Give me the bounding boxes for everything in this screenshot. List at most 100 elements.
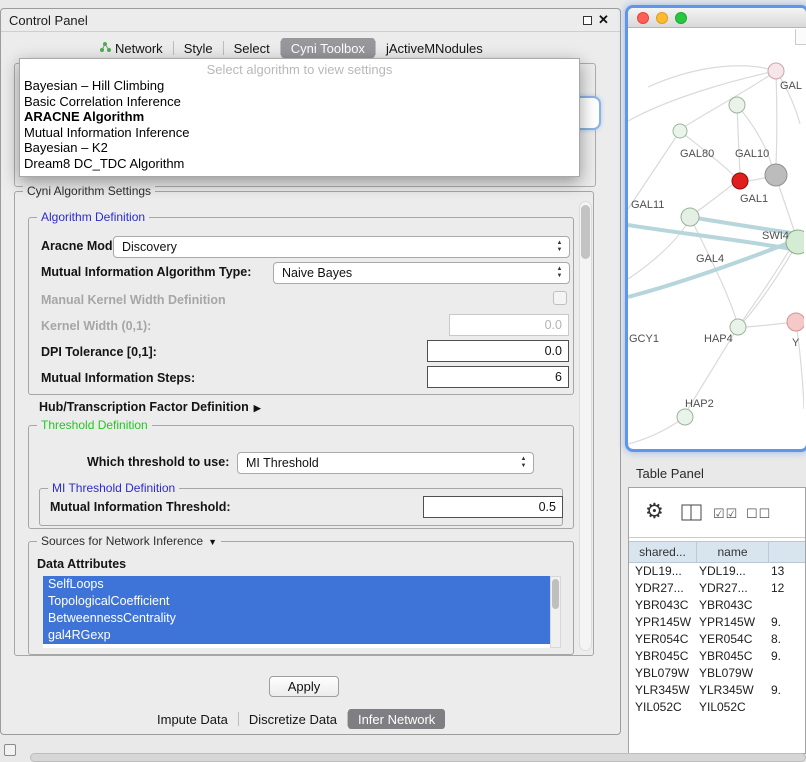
sources-toggle[interactable]: Sources for Network Inference▼	[37, 534, 221, 549]
table-header: shared... name	[629, 541, 805, 563]
settings-scrollbar[interactable]	[579, 201, 592, 651]
algorithm-option[interactable]: Bayesian – Hill Climbing	[20, 78, 579, 94]
tab-impute-data[interactable]: Impute Data	[147, 709, 238, 729]
node-label: GAL80	[680, 148, 714, 160]
table-cell: YDR27...	[697, 580, 769, 597]
divider	[1, 31, 620, 32]
table-row[interactable]: YER054CYER054C8.	[629, 631, 805, 648]
algorithm-option[interactable]: Mutual Information Inference	[20, 125, 579, 141]
table-row[interactable]: YBR043CYBR043C	[629, 597, 805, 614]
mi-steps-label: Mutual Information Steps:	[41, 370, 195, 386]
column-header[interactable]: shared...	[629, 542, 697, 562]
table-row[interactable]: YIL052CYIL052C	[629, 699, 805, 716]
tab-cyni-toolbox[interactable]: Cyni Toolbox	[281, 38, 375, 58]
tab-label: Infer Network	[358, 711, 435, 728]
network-window-titlebar[interactable]	[628, 8, 806, 28]
kernel-width-label: Kernel Width (0,1):	[41, 318, 151, 334]
node-label: GAL4	[696, 253, 724, 265]
kernel-width-input[interactable]: 0.0	[449, 314, 569, 336]
column-header[interactable]: name	[697, 542, 769, 562]
control-panel-window: Control Panel ✕ Network Style Select Cyn…	[0, 8, 621, 735]
tab-select[interactable]: Select	[224, 38, 280, 58]
node-label: GCY1	[629, 333, 659, 345]
combo-arrows-icon: ▲▼	[553, 265, 566, 281]
algorithm-option[interactable]: Dream8 DC_TDC Algorithm	[20, 156, 579, 172]
hub-section-toggle[interactable]: Hub/Transcription Factor Definition▶	[39, 399, 261, 415]
control-panel-tabs: Network Style Select Cyni Toolbox jActiv…	[89, 37, 493, 59]
algorithm-placeholder: Select algorithm to view settings	[20, 61, 579, 78]
group-legend: Threshold Definition	[37, 418, 152, 433]
mi-steps-input[interactable]: 6	[427, 366, 569, 388]
attribute-item[interactable]: SelfLoops	[43, 576, 550, 593]
tab-label: Cyni Toolbox	[291, 40, 365, 57]
network-node[interactable]	[768, 63, 784, 79]
scrollbar-thumb[interactable]	[581, 205, 590, 259]
scrollbar-thumb[interactable]	[552, 579, 559, 609]
network-node[interactable]	[673, 124, 687, 138]
aracne-mode-combo[interactable]: Discovery ▲▼	[113, 236, 570, 258]
algorithm-option[interactable]: ARACNE Algorithm	[20, 109, 579, 125]
attributes-scrollbar[interactable]	[550, 576, 561, 648]
table-row[interactable]: YBL079WYBL079W	[629, 665, 805, 682]
tab-infer-network[interactable]: Infer Network	[348, 709, 445, 729]
algorithm-definition-group: Algorithm Definition Aracne Mode: Discov…	[28, 217, 574, 395]
network-edge	[628, 237, 804, 297]
table-row[interactable]: YDL19...YDL19...13	[629, 563, 805, 580]
collapsed-panel-icon[interactable]	[4, 744, 16, 756]
table-cell: YBR045C	[697, 648, 769, 665]
network-scrollbar-corner[interactable]	[795, 29, 806, 45]
close-traffic-light[interactable]	[637, 12, 649, 24]
select-all-icon[interactable]: ☑☑	[713, 506, 738, 522]
zoom-traffic-light[interactable]	[675, 12, 687, 24]
tab-style[interactable]: Style	[174, 38, 223, 58]
mi-threshold-input[interactable]: 0.5	[423, 496, 563, 518]
network-node[interactable]	[681, 208, 699, 226]
algorithm-option[interactable]: Bayesian – K2	[20, 140, 579, 156]
tab-discretize-data[interactable]: Discretize Data	[239, 709, 347, 729]
table-cell: YDR27...	[629, 580, 697, 597]
tab-network[interactable]: Network	[89, 38, 173, 58]
network-graph: GALGAL80GAL10GAL11GAL1SWI4GAL4GCY1HAP4YH…	[628, 29, 804, 449]
network-edge	[628, 71, 776, 121]
deselect-all-icon[interactable]: ☐☐	[746, 506, 771, 522]
attribute-item[interactable]: TopologicalCoefficient	[43, 593, 550, 610]
table-cell: YIL052C	[629, 699, 697, 716]
mi-threshold-definition-group: MI Threshold Definition Mutual Informati…	[39, 488, 563, 526]
which-threshold-combo[interactable]: MI Threshold ▲▼	[237, 452, 534, 474]
algorithm-option[interactable]: Basic Correlation Inference	[20, 94, 579, 110]
group-legend: Algorithm Definition	[37, 210, 149, 225]
dpi-tolerance-input[interactable]: 0.0	[427, 340, 569, 362]
table-cell: YBR043C	[697, 597, 769, 614]
table-row[interactable]: YBR045CYBR045C9.	[629, 648, 805, 665]
apply-button[interactable]: Apply	[269, 676, 339, 697]
network-node[interactable]	[729, 97, 745, 113]
table-cell: YDL19...	[697, 563, 769, 580]
tab-label: Impute Data	[157, 711, 228, 728]
network-node[interactable]	[677, 409, 693, 425]
mi-type-combo[interactable]: Naive Bayes ▲▼	[273, 262, 570, 284]
data-attributes-list: SelfLoopsTopologicalCoefficientBetweenne…	[43, 576, 550, 648]
attribute-item[interactable]: BetweennessCentrality	[43, 610, 550, 627]
network-node[interactable]	[732, 173, 748, 189]
table-row[interactable]: YLR345WYLR345W9.	[629, 682, 805, 699]
float-window-icon[interactable]	[583, 16, 592, 25]
columns-icon[interactable]	[681, 504, 703, 527]
network-edge	[796, 322, 804, 409]
window-title: Control Panel	[9, 13, 88, 29]
network-view-window: GALGAL80GAL10GAL11GAL1SWI4GAL4GCY1HAP4YH…	[628, 8, 806, 449]
minimize-traffic-light[interactable]	[656, 12, 668, 24]
table-cell: YLR345W	[697, 682, 769, 699]
network-node[interactable]	[787, 313, 804, 331]
horizontal-scrollbar[interactable]	[30, 753, 806, 762]
table-row[interactable]: YPR145WYPR145W9.	[629, 614, 805, 631]
column-header[interactable]	[769, 542, 805, 562]
network-edge	[737, 105, 740, 173]
table-cell: YBR043C	[629, 597, 697, 614]
tab-jactivemnodules[interactable]: jActiveMNodules	[376, 38, 493, 58]
attribute-item[interactable]: gal4RGexp	[43, 627, 550, 644]
network-node[interactable]	[765, 164, 787, 186]
manual-kernel-checkbox[interactable]	[553, 291, 567, 305]
table-row[interactable]: YDR27...YDR27...12	[629, 580, 805, 597]
gear-icon[interactable]: ⚙	[645, 499, 664, 524]
close-icon[interactable]: ✕	[598, 12, 609, 28]
